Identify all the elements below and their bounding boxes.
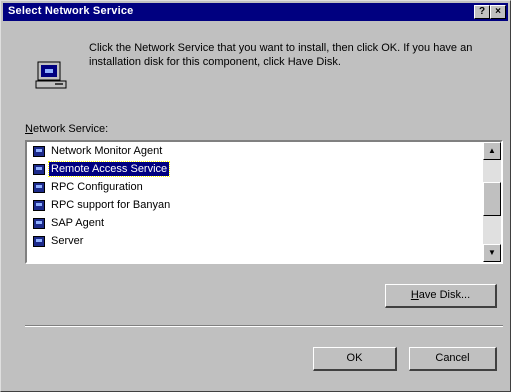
network-service-label: Network Service:	[25, 123, 108, 135]
list-items: Network Monitor Agent Remote Access Serv…	[27, 142, 483, 262]
have-disk-label: ave Disk...	[418, 289, 471, 301]
network-component-icon	[33, 199, 45, 211]
ok-button[interactable]: OK	[313, 347, 397, 371]
separator	[25, 325, 503, 327]
scroll-thumb[interactable]	[483, 182, 501, 216]
network-component-icon	[33, 217, 45, 229]
list-item-selected[interactable]: Remote Access Service	[27, 160, 483, 178]
close-button[interactable]: ×	[490, 5, 506, 19]
label-mnemonic: N	[25, 123, 33, 135]
network-component-icon	[33, 145, 45, 157]
list-item[interactable]: RPC support for Banyan	[27, 196, 483, 214]
network-service-list[interactable]: Network Monitor Agent Remote Access Serv…	[25, 140, 503, 264]
have-disk-button[interactable]: Have Disk...	[385, 284, 497, 308]
list-item-label: Server	[51, 235, 84, 247]
scroll-up-arrow-icon[interactable]: ▲	[483, 142, 501, 160]
list-item[interactable]: RPC Configuration	[27, 178, 483, 196]
list-item-label: Network Monitor Agent	[51, 145, 163, 157]
label-rest: etwork Service:	[32, 123, 109, 135]
network-component-icon	[33, 163, 45, 175]
list-item-label: RPC support for Banyan	[51, 199, 171, 211]
list-item[interactable]: Network Monitor Agent	[27, 142, 483, 160]
title-bar[interactable]: Select Network Service ? ×	[3, 3, 508, 21]
instruction-text: Click the Network Service that you want …	[89, 42, 473, 68]
list-item[interactable]: SAP Agent	[27, 214, 483, 232]
help-button[interactable]: ?	[474, 5, 490, 19]
list-item[interactable]: Server	[27, 232, 483, 250]
network-service-icon	[35, 59, 69, 93]
network-component-icon	[33, 235, 45, 247]
select-network-service-dialog: Select Network Service ? × Click the Net…	[0, 0, 511, 392]
list-item-label: RPC Configuration	[51, 181, 143, 193]
window-title: Select Network Service	[8, 5, 134, 17]
cancel-button[interactable]: Cancel	[409, 347, 497, 371]
list-item-label: Remote Access Service	[47, 161, 171, 177]
vertical-scrollbar[interactable]: ▲ ▼	[483, 142, 501, 262]
list-item-label: SAP Agent	[51, 217, 105, 229]
network-component-icon	[33, 181, 45, 193]
scroll-down-arrow-icon[interactable]: ▼	[483, 244, 501, 262]
have-disk-mnemonic: H	[410, 289, 419, 301]
